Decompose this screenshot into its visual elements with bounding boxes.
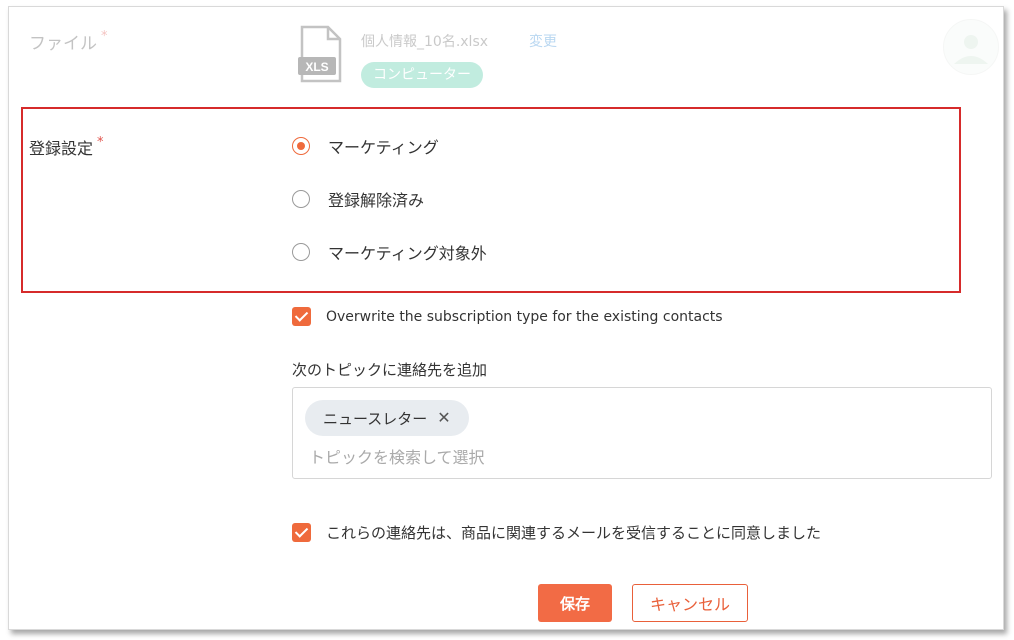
remove-chip-icon[interactable]: ✕ (437, 410, 450, 426)
save-button[interactable]: 保存 (538, 584, 612, 622)
topic-search-input[interactable] (309, 448, 969, 467)
overwrite-checkbox-row[interactable]: Overwrite the subscription type for the … (292, 307, 723, 326)
source-badge: コンピューター (361, 62, 483, 88)
image-placeholder-icon (954, 35, 988, 64)
consent-label: これらの連絡先は、商品に関連するメールを受信することに同意しました (326, 524, 822, 542)
overwrite-checkbox[interactable] (292, 307, 311, 326)
radio-label: マーケティング対象外 (328, 244, 487, 263)
radio-button[interactable] (292, 243, 310, 261)
required-mark: * (97, 135, 104, 150)
change-file-link[interactable]: 変更 (529, 31, 557, 51)
radio-option-marketing[interactable]: マーケティング (292, 133, 439, 159)
file-name: 個人情報_10名.xlsx (361, 34, 489, 50)
radio-label: 登録解除済み (328, 191, 425, 210)
avatar (943, 19, 999, 75)
cancel-button[interactable]: キャンセル (632, 584, 748, 622)
required-mark: * (101, 29, 108, 44)
topic-chip: ニュースレター ✕ (305, 400, 469, 436)
consent-checkbox-row[interactable]: これらの連絡先は、商品に関連するメールを受信することに同意しました (292, 522, 821, 543)
subscription-highlight-frame (21, 107, 961, 293)
xls-file-icon: XLS (298, 25, 342, 83)
overwrite-label: Overwrite the subscription type for the … (326, 308, 723, 325)
topics-label: 次のトピックに連絡先を追加 (292, 361, 488, 379)
consent-checkbox[interactable] (292, 523, 311, 542)
topics-field[interactable]: ニュースレター ✕ (292, 387, 992, 479)
radio-button[interactable] (292, 190, 310, 208)
import-form: ファイル * XLS 個人情報_10名.xlsx 変更 コンピューター 登録設定 *… (8, 6, 1004, 630)
radio-label: マーケティング (328, 138, 439, 157)
subscription-label: 登録設定 * (29, 135, 104, 158)
radio-button-checked[interactable] (292, 137, 310, 155)
xls-icon-text: XLS (305, 60, 328, 74)
file-label: ファイル * (29, 29, 108, 54)
topic-chip-label: ニュースレター (323, 409, 428, 428)
radio-option-unsubscribed[interactable]: 登録解除済み (292, 186, 424, 212)
radio-option-non-marketing[interactable]: マーケティング対象外 (292, 239, 487, 265)
